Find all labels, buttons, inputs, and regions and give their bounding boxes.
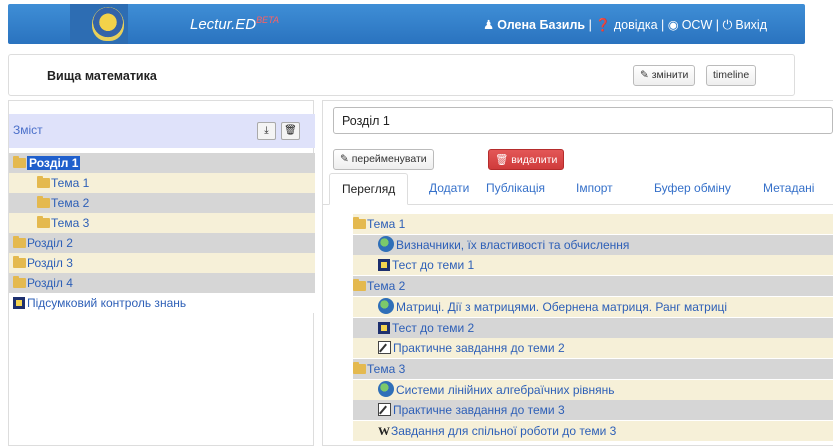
toc-item-label: Підсумковий контроль знань — [27, 296, 187, 310]
brand-name[interactable]: Lectur.EDBETA — [190, 15, 279, 33]
top-header: Lectur.EDBETA ♟ Олена Базиль | ❓ довідка |… — [0, 0, 833, 48]
lecture-globe-icon — [378, 235, 394, 252]
toc-item[interactable]: Підсумковий контроль знань — [9, 293, 315, 313]
exit-link[interactable]: Вихід — [735, 18, 767, 32]
eye-icon[interactable]: ◉ — [668, 17, 679, 32]
content-item[interactable]: WЗавдання для спільної роботи до теми 3 — [353, 421, 833, 441]
content-item-label: Матриці. Дії з матрицями. Обернена матри… — [396, 299, 728, 314]
test-icon — [378, 321, 390, 334]
toc-panel: Зміст ⤓ 🗑 Розділ 1 Тема 1 Тема 2 Тема 3 Розд… — [8, 100, 315, 446]
university-logo[interactable] — [70, 4, 128, 44]
folder-icon — [353, 279, 366, 292]
power-icon[interactable]: ⏻ — [722, 18, 732, 33]
section-name-field[interactable]: Розділ 1 — [333, 107, 833, 134]
folder-icon — [37, 176, 50, 188]
content-item-label: Завдання для спільної роботи до теми 3 — [391, 424, 617, 438]
pencil-icon: ✎ — [640, 69, 652, 81]
folder-icon — [13, 156, 26, 168]
edit-icon: ✎ — [340, 153, 352, 165]
tab-add[interactable]: Додати — [429, 173, 469, 205]
content-item[interactable]: Практичне завдання до теми 3 — [353, 400, 833, 421]
toc-item-label: Розділ 1 — [27, 156, 81, 170]
content-item-label: Тема 3 — [367, 361, 406, 376]
content-item-label: Тема 2 — [367, 279, 406, 294]
timeline-button[interactable]: timeline — [706, 65, 757, 86]
content-item[interactable]: Тема 2 — [353, 276, 833, 297]
folder-icon — [13, 236, 26, 248]
edit-course-button[interactable]: ✎ змінити — [633, 65, 696, 86]
trash-icon: 🗑 — [495, 154, 512, 166]
toc-item-label: Тема 2 — [51, 196, 90, 210]
folder-icon — [13, 276, 26, 288]
section-panel: Розділ 1 ✎ перейменувати 🗑 видалити Пере… — [322, 100, 833, 446]
content-item[interactable]: Тема 1 — [353, 214, 833, 234]
wiki-icon: W — [378, 424, 390, 438]
help-link[interactable]: довідка — [614, 18, 658, 32]
rename-button[interactable]: ✎ перейменувати — [333, 149, 434, 170]
tab-publish[interactable]: Публікація — [486, 173, 545, 205]
delete-button[interactable]: 🗑 видалити — [488, 149, 565, 170]
trash-icon[interactable]: 🗑 — [281, 122, 300, 140]
toc-item[interactable]: Тема 1 — [9, 173, 315, 193]
tab-import[interactable]: Імпорт — [576, 173, 613, 205]
content-item[interactable]: Матриці. Дії з матрицями. Обернена матри… — [353, 296, 833, 317]
toc-item[interactable]: Розділ 4 — [9, 273, 315, 293]
course-title: Вища математика — [47, 69, 157, 83]
tab-clipboard[interactable]: Буфер обміну — [654, 173, 731, 205]
toc-item-label: Розділ 2 — [27, 236, 73, 250]
tab-metadata[interactable]: Метадані — [763, 173, 814, 205]
content-item-label: Практичне завдання до теми 2 — [393, 341, 565, 356]
toc-item[interactable]: Розділ 1 — [9, 153, 315, 173]
folder-icon — [353, 217, 366, 229]
content-item-label: Практичне завдання до теми 3 — [393, 403, 565, 418]
content-item-label: Тема 1 — [367, 217, 406, 231]
folder-icon — [37, 216, 50, 228]
folder-icon — [13, 256, 26, 268]
toc-item-label: Розділ 4 — [27, 276, 73, 290]
lecture-globe-icon — [378, 297, 394, 314]
task-icon — [378, 341, 391, 355]
user-menu: ♟ Олена Базиль | ❓ довідка | ◉ OCW | ⏻ Вихід — [483, 17, 767, 33]
content-item-label: Тест до теми 1 — [392, 258, 475, 273]
content-item[interactable]: Тест до теми 1 — [353, 255, 833, 276]
content-item-label: Тест до теми 2 — [392, 320, 475, 335]
toc-item[interactable]: Тема 2 — [9, 193, 315, 213]
toc-item[interactable]: Розділ 2 — [9, 233, 315, 253]
user-name-link[interactable]: Олена Базиль — [497, 18, 585, 32]
help-icon[interactable]: ❓ — [595, 18, 611, 33]
content-item[interactable]: Тема 3 — [353, 358, 833, 379]
folder-icon — [353, 361, 366, 374]
content-item[interactable]: Практичне завдання до теми 2 — [353, 338, 833, 359]
toc-item-label: Тема 3 — [51, 216, 90, 230]
tab-bar: Перегляд Додати Публікація Імпорт Буфер … — [323, 173, 833, 205]
test-icon — [378, 259, 390, 272]
content-item[interactable]: Тест до теми 2 — [353, 317, 833, 338]
ocw-link[interactable]: OCW — [682, 18, 713, 32]
course-panel: Вища математика ✎ змінити timeline — [8, 54, 795, 96]
content-item-label: Визначники, їх властивості та обчислення — [396, 237, 630, 252]
tab-view[interactable]: Перегляд — [329, 173, 409, 205]
task-icon — [378, 403, 391, 417]
toc-title: Зміст — [13, 123, 43, 137]
emblem-icon — [92, 7, 124, 41]
download-icon[interactable]: ⤓ — [257, 122, 276, 140]
folder-icon — [37, 196, 50, 208]
toc-item-label: Тема 1 — [51, 176, 90, 190]
toc-item[interactable]: Розділ 3 — [9, 253, 315, 273]
header-bar: Lectur.EDBETA ♟ Олена Базиль | ❓ довідка |… — [8, 4, 805, 44]
user-icon: ♟ — [483, 18, 495, 32]
content-item[interactable]: Визначники, їх властивості та обчислення — [353, 234, 833, 255]
test-icon — [13, 297, 25, 309]
toc-header: Зміст ⤓ 🗑 — [9, 114, 315, 148]
content-item[interactable]: Системи лінійних алгебраїчних рівнянь — [353, 379, 833, 400]
toc-item[interactable]: Тема 3 — [9, 213, 315, 233]
toc-item-label: Розділ 3 — [27, 256, 73, 270]
content-item-label: Системи лінійних алгебраїчних рівнянь — [396, 382, 615, 397]
lecture-globe-icon — [378, 380, 394, 397]
